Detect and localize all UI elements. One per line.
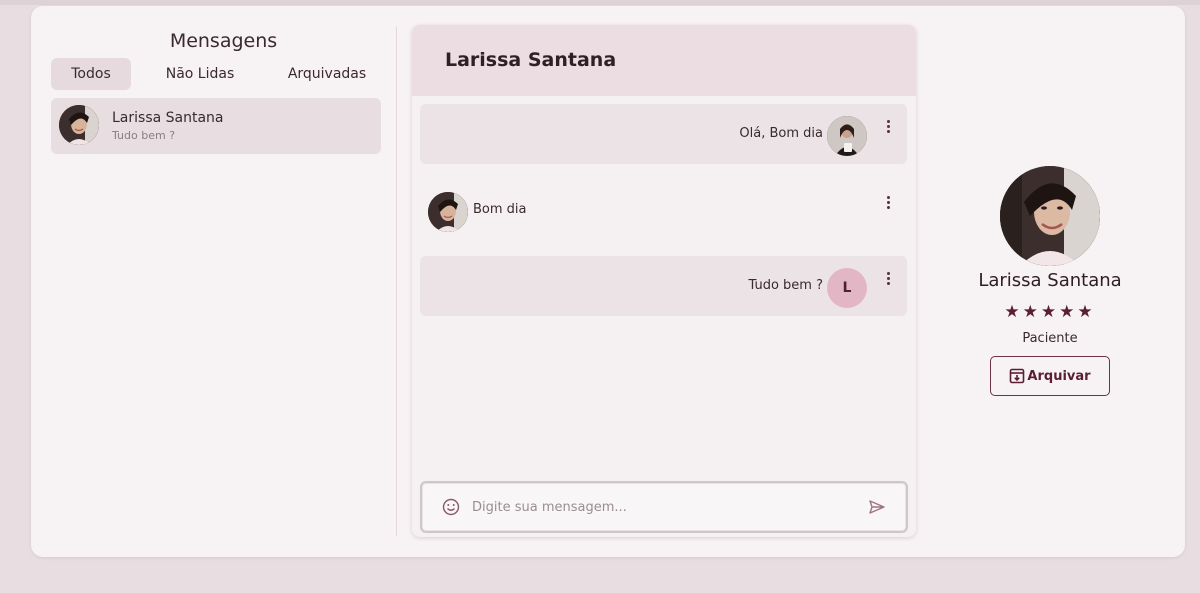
message-composer [420,481,908,533]
avatar [59,105,99,145]
chat-title: Larissa Santana [445,49,617,71]
avatar [827,116,867,156]
top-strip [0,0,1200,5]
conversation-name: Larissa Santana [112,110,224,126]
conversations-panel: Mensagens Todos Não Lidas Arquivadas Lar… [51,6,381,557]
message-row: Tudo bem ? L [420,256,907,316]
panel-title: Mensagens [169,30,278,52]
profile-name: Larissa Santana [978,270,1122,291]
archive-label: Arquivar [1027,368,1091,384]
tab-arquivadas[interactable]: Arquivadas [277,58,377,90]
avatar: L [827,268,867,308]
message-input[interactable] [472,495,852,519]
message-row: Olá, Bom dia [420,104,907,164]
message-menu-icon[interactable] [883,196,893,216]
message-text: Tudo bem ? [748,278,824,293]
conversation-item[interactable]: Larissa Santana Tudo bem ? [51,98,381,154]
rating-stars: ★★★★★ [1004,302,1096,322]
message-text: Bom dia [473,202,527,217]
filter-tabs: Todos Não Lidas Arquivadas [51,58,381,90]
main-card: Mensagens Todos Não Lidas Arquivadas Lar… [31,6,1185,557]
tab-todos[interactable]: Todos [51,58,131,90]
profile-role: Paciente [1022,331,1078,346]
message-menu-icon[interactable] [883,272,893,292]
message-row: Bom dia [420,180,907,240]
smile-icon[interactable] [442,498,460,516]
send-icon[interactable] [868,499,886,515]
message-text: Olá, Bom dia [739,126,823,141]
conversation-preview: Tudo bem ? [112,129,176,142]
message-menu-icon[interactable] [883,120,893,140]
archive-icon [1010,368,1025,384]
avatar [428,192,468,232]
panel-divider [396,26,397,536]
profile-avatar [1000,166,1100,266]
chat-header: Larissa Santana [412,25,916,96]
chat-panel: Larissa Santana Olá, Bom dia Bom dia Tud… [412,25,916,537]
tab-nao-lidas[interactable]: Não Lidas [151,58,249,90]
archive-button[interactable]: Arquivar [990,356,1110,396]
